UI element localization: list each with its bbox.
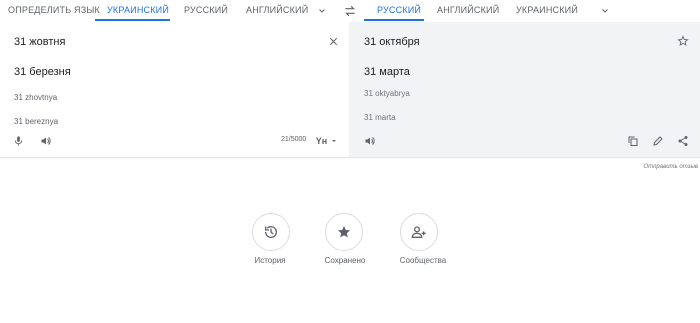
feedback-link[interactable]: Отправить отзыв: [643, 164, 698, 170]
source-input[interactable]: 31 жовтня: [14, 36, 65, 48]
target-transliteration-2: 31 marta: [364, 113, 396, 122]
community-icon: [411, 224, 427, 240]
saved-star-icon: [336, 224, 352, 240]
tab-detect-language[interactable]: ОПРЕДЕЛИТЬ ЯЗЫК: [8, 0, 100, 22]
target-transliteration-1: 31 oktyabrya: [364, 89, 410, 98]
speaker-icon[interactable]: [39, 134, 53, 148]
chevron-down-icon[interactable]: [598, 4, 612, 18]
saved-label: Сохранено: [324, 256, 366, 265]
panel-shadow: [0, 157, 700, 159]
source-transliteration-2: 31 bereznya: [14, 117, 59, 126]
tab-target-english[interactable]: АНГЛИЙСКИЙ: [437, 0, 499, 22]
share-icon[interactable]: [676, 134, 690, 148]
community-label: Сообщества: [399, 256, 447, 265]
character-count: 21/5000: [281, 136, 307, 143]
keyboard-icon[interactable]: Yн: [314, 134, 340, 148]
source-panel: 31 жовтня 31 березня 31 zhovtnya 31 bere…: [0, 22, 349, 157]
source-transliteration-1: 31 zhovtnya: [14, 93, 58, 102]
source-suggestion[interactable]: 31 березня: [14, 66, 71, 78]
source-tab-underline: [95, 19, 170, 21]
history-label: История: [254, 256, 286, 265]
edit-icon[interactable]: [651, 134, 665, 148]
copy-icon[interactable]: [626, 134, 640, 148]
target-suggestion[interactable]: 31 марта: [364, 66, 410, 78]
tab-source-english[interactable]: АНГЛИЙСКИЙ: [246, 0, 308, 22]
translation-text: 31 октября: [364, 36, 420, 48]
swap-icon[interactable]: [342, 3, 358, 19]
tab-target-ukrainian[interactable]: УКРАИНСКИЙ: [516, 0, 578, 22]
target-panel: 31 октября 31 марта 31 oktyabrya 31 mart…: [349, 22, 700, 157]
history-icon: [263, 224, 279, 240]
saved-button[interactable]: [325, 213, 363, 251]
star-icon[interactable]: [676, 34, 690, 48]
tab-source-russian[interactable]: РУССКИЙ: [184, 0, 228, 22]
speaker-icon[interactable]: [363, 134, 377, 148]
history-button[interactable]: [252, 213, 290, 251]
target-tab-underline: [364, 19, 424, 21]
close-icon[interactable]: [326, 34, 340, 48]
chevron-down-icon[interactable]: [315, 4, 329, 18]
community-button[interactable]: [400, 213, 438, 251]
mic-icon[interactable]: [11, 134, 25, 148]
